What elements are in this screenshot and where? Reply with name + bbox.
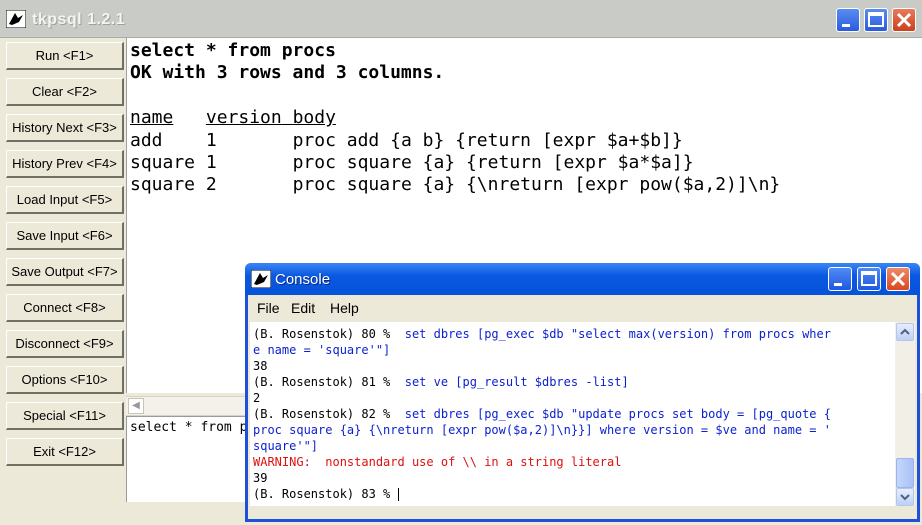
- console-command: e name = 'square'"]: [253, 343, 391, 357]
- maximize-icon: [868, 12, 884, 27]
- tk-feather-icon: [251, 270, 271, 288]
- close-icon: [890, 271, 906, 287]
- cell-body: proc square {a} {\nreturn [expr pow($a,2…: [292, 174, 781, 196]
- column-header-version: version: [205, 107, 282, 129]
- console-minimize-button[interactable]: [828, 267, 852, 291]
- console-result: 39: [253, 471, 268, 485]
- special-button[interactable]: Special <F11>: [6, 402, 124, 430]
- console-command: set dbres [pg_exec $db "update procs set…: [404, 407, 831, 421]
- disconnect-button[interactable]: Disconnect <F9>: [6, 330, 124, 358]
- minimize-icon: [842, 24, 850, 27]
- console-prompt: (B. Rosenstok) 83 %: [253, 487, 398, 501]
- cell-version: 1: [205, 129, 217, 151]
- menu-edit[interactable]: Edit: [291, 300, 315, 316]
- console-result: 2: [253, 391, 261, 405]
- cell-version: 1: [205, 152, 217, 174]
- scroll-down-icon[interactable]: [896, 488, 914, 506]
- cell-name: square: [130, 174, 196, 196]
- console-maximize-button[interactable]: [857, 267, 881, 291]
- clear-button[interactable]: Clear <F2>: [6, 78, 124, 106]
- column-header-name: name: [130, 107, 174, 129]
- cell-body: proc add {a b} {return [expr $a+$b]}: [292, 129, 683, 151]
- scroll-left-icon[interactable]: ◀: [128, 398, 144, 414]
- run-button[interactable]: Run <F1>: [6, 42, 124, 70]
- cell-name: square: [130, 152, 196, 174]
- cell-name: add: [130, 129, 163, 151]
- console-output[interactable]: (B. Rosenstok) 80 % set dbres [pg_exec $…: [250, 322, 895, 506]
- history-next-button[interactable]: History Next <F3>: [6, 114, 124, 142]
- results-status: OK with 3 rows and 3 columns.: [130, 62, 445, 84]
- cell-version: 2: [205, 174, 217, 196]
- table-row: square 2 proc square {a} {\nreturn [expr…: [130, 174, 780, 195]
- console-command: square'"]: [253, 439, 319, 453]
- console-title: Console: [275, 271, 331, 288]
- column-header-body: body: [292, 107, 336, 129]
- results-header-row: name version body: [130, 107, 336, 128]
- console-result: 38: [253, 359, 268, 373]
- console-titlebar[interactable]: Console: [245, 263, 920, 295]
- results-query: select * from procs: [130, 40, 336, 61]
- console-menubar: File Edit Help: [248, 295, 917, 321]
- console-prompt: (B. Rosenstok) 80 %: [253, 327, 405, 341]
- minimize-button[interactable]: [836, 8, 860, 32]
- save-output-button[interactable]: Save Output <F7>: [6, 258, 124, 286]
- text-caret: [397, 488, 399, 501]
- exit-button[interactable]: Exit <F12>: [6, 438, 124, 466]
- scroll-thumb[interactable]: [896, 458, 914, 488]
- save-input-button[interactable]: Save Input <F6>: [6, 222, 124, 250]
- menu-file[interactable]: File: [257, 300, 280, 316]
- table-row: square 1 proc square {a} {return [expr $…: [130, 152, 694, 173]
- table-row: add 1 proc add {a b} {return [expr $a+$b…: [130, 130, 683, 151]
- results-horizontal-scrollbar[interactable]: ◀: [126, 396, 256, 416]
- console-prompt: (B. Rosenstok) 81 %: [253, 375, 405, 389]
- maximize-icon: [861, 271, 877, 286]
- cell-body: proc square {a} {return [expr $a*$a]}: [292, 152, 694, 174]
- console-close-button[interactable]: [886, 267, 910, 291]
- tk-feather-icon: [6, 10, 26, 28]
- query-input-text: select * from p: [130, 420, 248, 435]
- menu-help[interactable]: Help: [330, 300, 359, 316]
- connect-button[interactable]: Connect <F8>: [6, 294, 124, 322]
- console-warning: WARNING: nonstandard use of \\ in a stri…: [253, 455, 622, 469]
- maximize-button[interactable]: [864, 8, 888, 32]
- options-button[interactable]: Options <F10>: [6, 366, 124, 394]
- minimize-icon: [834, 283, 842, 286]
- close-button[interactable]: [892, 8, 916, 32]
- console-prompt: (B. Rosenstok) 82 %: [253, 407, 405, 421]
- console-command: proc square {a} {\nreturn [expr pow($a,2…: [253, 423, 831, 437]
- console-vertical-scrollbar[interactable]: [895, 322, 915, 506]
- query-input[interactable]: select * from p: [126, 416, 257, 502]
- close-icon: [896, 12, 912, 28]
- console-window: Console File Edit Help (B. Rosenstok) 80…: [245, 263, 920, 522]
- load-input-button[interactable]: Load Input <F5>: [6, 186, 124, 214]
- console-command: set dbres [pg_exec $db "select max(versi…: [404, 327, 831, 341]
- scroll-up-icon[interactable]: [896, 323, 914, 341]
- history-prev-button[interactable]: History Prev <F4>: [6, 150, 124, 178]
- main-titlebar[interactable]: tkpsql 1.2.1: [0, 0, 922, 38]
- window-title: tkpsql 1.2.1: [32, 11, 126, 28]
- console-command: set ve [pg_result $dbres -list]: [404, 375, 629, 389]
